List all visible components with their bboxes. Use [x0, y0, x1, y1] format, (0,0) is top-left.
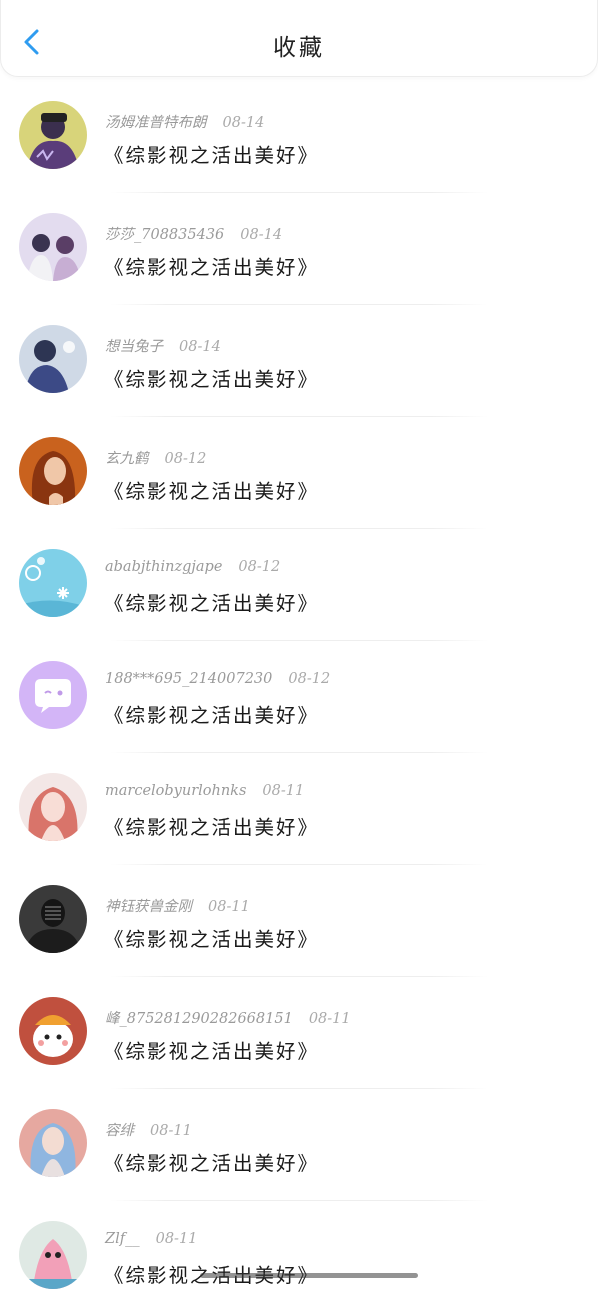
list-item[interactable]: 汤姆准普特布朗 08-14 《综影视之活出美好》 [0, 81, 598, 193]
avatar[interactable] [19, 885, 87, 953]
avatar-icon [19, 213, 87, 281]
list-item[interactable]: 玄九鹤 08-12 《综影视之活出美好》 [0, 417, 598, 529]
item-meta: marcelobyurlohnks 08-11 [105, 783, 304, 799]
avatar[interactable] [19, 1109, 87, 1177]
item-meta: 神钰获兽金刚 08-11 [105, 895, 250, 916]
avatar-icon [19, 885, 87, 953]
date-label: 08-11 [262, 783, 305, 799]
username[interactable]: ababjthinzgjape [105, 559, 222, 575]
avatar-icon [19, 437, 87, 505]
avatar[interactable] [19, 549, 87, 617]
username[interactable]: Zlf__ [105, 1231, 140, 1247]
list-item[interactable]: marcelobyurlohnks 08-11 《综影视之活出美好》 [0, 753, 598, 865]
date-label: 08-11 [155, 1231, 198, 1247]
book-title[interactable]: 《综影视之活出美好》 [104, 251, 319, 280]
date-label: 08-12 [238, 559, 281, 575]
avatar-icon [19, 773, 87, 841]
username[interactable]: marcelobyurlohnks [105, 783, 246, 799]
item-meta: ababjthinzgjape 08-12 [105, 559, 280, 575]
avatar-icon [19, 549, 87, 617]
date-label: 08-14 [240, 227, 283, 243]
item-meta: 想当兔子 08-14 [105, 335, 221, 356]
avatar[interactable] [19, 773, 87, 841]
date-label: 08-11 [308, 1011, 351, 1027]
chat-bubble-icon [19, 661, 87, 729]
date-label: 08-12 [164, 451, 207, 467]
book-title[interactable]: 《综影视之活出美好》 [104, 1035, 319, 1064]
item-meta: 汤姆准普特布朗 08-14 [105, 111, 264, 132]
avatar[interactable] [19, 997, 87, 1065]
item-meta: 峰_875281290282668151 08-11 [105, 1007, 351, 1028]
book-title[interactable]: 《综影视之活出美好》 [104, 363, 319, 392]
book-title[interactable]: 《综影视之活出美好》 [104, 699, 319, 728]
favorites-list: 汤姆准普特布朗 08-14 《综影视之活出美好》 莎莎_708835436 08-1… [0, 81, 598, 1313]
date-label: 08-14 [222, 115, 265, 131]
date-label: 08-11 [150, 1123, 192, 1139]
username[interactable]: 峰_875281290282668151 [105, 1011, 293, 1027]
username[interactable]: 汤姆准普特布朗 [105, 115, 207, 131]
book-title[interactable]: 《综影视之活出美好》 [104, 139, 319, 168]
book-title[interactable]: 《综影视之活出美好》 [104, 1147, 319, 1176]
avatar[interactable] [19, 213, 87, 281]
date-label: 08-11 [208, 899, 250, 915]
item-meta: 玄九鹤 08-12 [105, 447, 206, 468]
item-meta: 188***695_214007230 08-12 [105, 671, 330, 687]
avatar-icon [19, 1221, 87, 1289]
avatar-icon [19, 101, 87, 169]
avatar[interactable] [19, 437, 87, 505]
top-nav-bar: 收藏 [0, 0, 598, 77]
book-title[interactable]: 《综影视之活出美好》 [104, 811, 319, 840]
avatar[interactable] [19, 101, 87, 169]
page-title: 收藏 [273, 35, 325, 61]
home-indicator[interactable] [200, 1273, 418, 1278]
list-item[interactable]: 188***695_214007230 08-12 《综影视之活出美好》 [0, 641, 598, 753]
date-label: 08-14 [179, 339, 221, 355]
date-label: 08-12 [288, 671, 331, 687]
username[interactable]: 莎莎_708835436 [105, 227, 224, 243]
list-item[interactable]: Zlf__08-11 《综影视之活出美好》 [0, 1201, 598, 1313]
list-item[interactable]: 峰_875281290282668151 08-11 《综影视之活出美好》 [0, 977, 598, 1089]
avatar-icon [19, 1109, 87, 1177]
avatar-icon [19, 325, 87, 393]
list-item[interactable]: 容绯 08-11 《综影视之活出美好》 [0, 1089, 598, 1201]
book-title[interactable]: 《综影视之活出美好》 [104, 587, 319, 616]
item-meta: 莎莎_708835436 08-14 [105, 223, 282, 244]
avatar[interactable] [19, 661, 87, 729]
list-item[interactable]: 莎莎_708835436 08-14 《综影视之活出美好》 [0, 193, 598, 305]
list-item[interactable]: ababjthinzgjape 08-12 《综影视之活出美好》 [0, 529, 598, 641]
book-title[interactable]: 《综影视之活出美好》 [104, 475, 319, 504]
avatar[interactable] [19, 325, 87, 393]
list-item[interactable]: 想当兔子 08-14 《综影视之活出美好》 [0, 305, 598, 417]
avatar[interactable] [19, 1221, 87, 1289]
username[interactable]: 玄九鹤 [105, 451, 149, 467]
username[interactable]: 188***695_214007230 [105, 671, 272, 687]
item-meta: 容绯 08-11 [105, 1119, 192, 1140]
username[interactable]: 神钰获兽金刚 [105, 899, 192, 915]
item-meta: Zlf__ 08-11 [105, 1231, 197, 1247]
list-item[interactable]: 神钰获兽金刚 08-11 《综影视之活出美好》 [0, 865, 598, 977]
avatar-icon [19, 997, 87, 1065]
username[interactable]: 想当兔子 [105, 339, 163, 355]
book-title[interactable]: 《综影视之活出美好》 [104, 923, 319, 952]
username[interactable]: 容绯 [105, 1123, 134, 1139]
